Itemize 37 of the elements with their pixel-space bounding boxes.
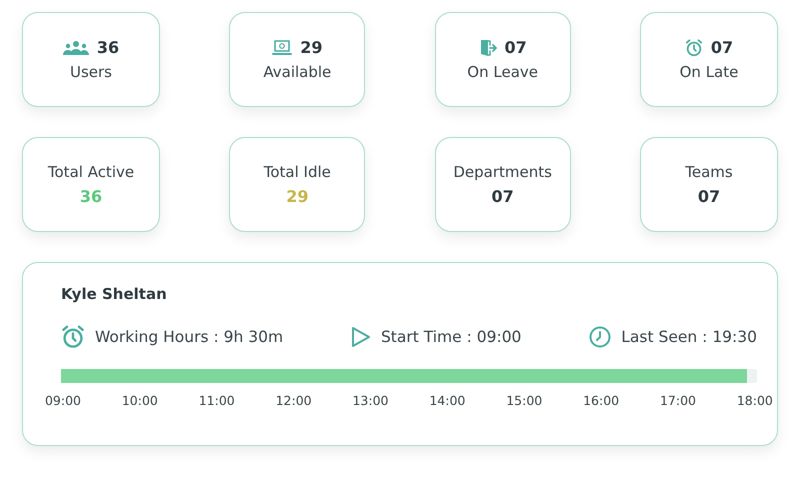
door-exit-icon [478,38,497,56]
metric-text: Start Time : 09:00 [380,328,522,346]
card-label: Total Idle [264,163,331,181]
hour-label: 11:00 [198,393,236,408]
stat-value: 29 [286,187,308,206]
stat-value: 36 [80,187,102,206]
hour-label: 10:00 [120,393,159,408]
count: 29 [300,38,322,57]
card-label: Available [263,63,332,81]
count: 07 [504,38,527,57]
metric-text: Working Hours : 9h 30m [95,328,284,346]
play-icon [350,326,371,348]
count: 36 [96,38,120,57]
hour-label: 14:00 [428,393,466,408]
card-label: Users [70,63,112,81]
stat-value: 07 [698,187,720,206]
card-label: On Late [680,63,738,81]
clock-icon [589,326,612,348]
hour-label: 16:00 [582,393,620,408]
alarm-clock-icon [61,325,85,349]
alarm-clock-icon [684,38,703,56]
stat-value: 07 [492,187,514,206]
employee-name: Kyle Sheltan [61,285,167,303]
card-label: Departments [453,163,552,181]
hour-label: 15:00 [505,393,544,408]
metric-text: Last Seen : 19:30 [621,328,757,346]
count: 07 [710,38,734,57]
card-label: Teams [685,163,733,181]
card-label: Total Active [48,163,134,181]
hour-label: 12:00 [274,393,313,408]
card-label: On Leave [467,63,538,81]
users-icon [62,40,89,56]
laptop-icon [272,40,292,56]
hour-label: 13:00 [351,393,390,408]
hour-label: 17:00 [658,393,698,408]
hour-label: 09:00 [44,393,82,408]
hour-label: 18:00 [736,393,774,408]
